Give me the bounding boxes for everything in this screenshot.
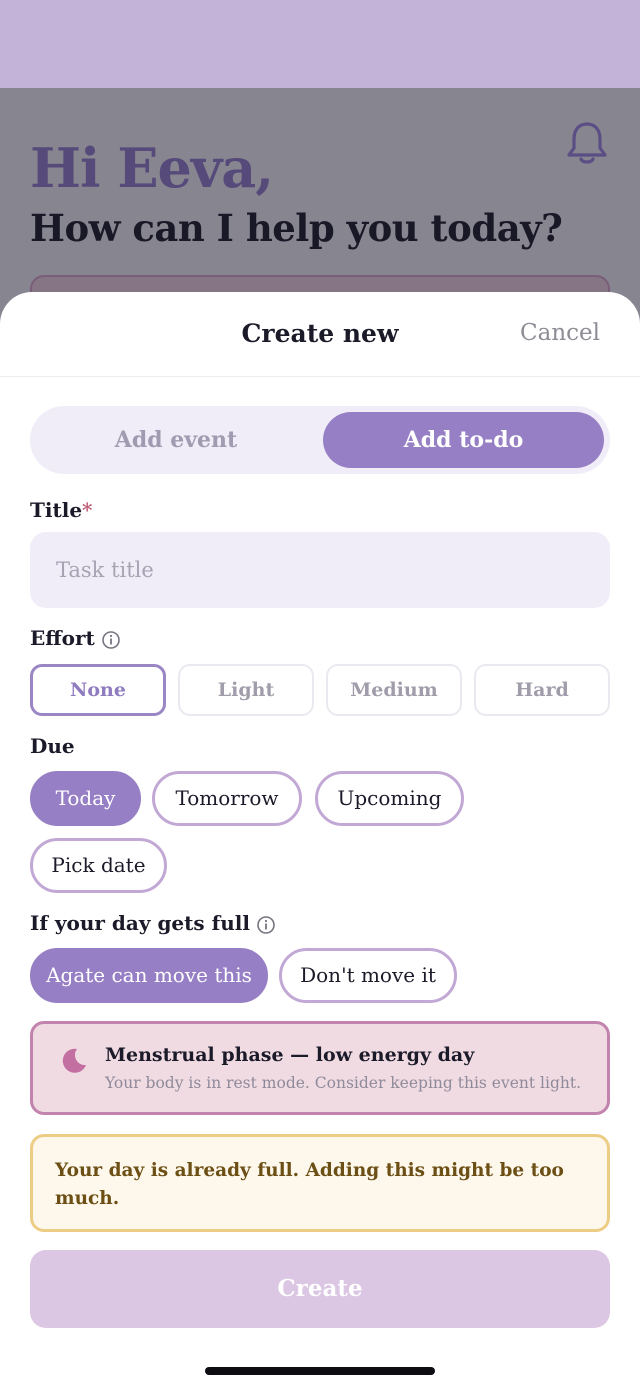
info-icon[interactable] <box>256 915 276 935</box>
cancel-button[interactable]: Cancel <box>520 320 600 346</box>
status-bar-area <box>0 0 640 88</box>
agate-can-move-button[interactable]: Agate can move this <box>30 948 268 1003</box>
due-pick-date-button[interactable]: Pick date <box>30 838 167 893</box>
effort-light-button[interactable]: Light <box>178 664 314 716</box>
tab-add-event[interactable]: Add event <box>36 412 316 468</box>
day-full-label-text: If your day gets full <box>30 911 250 935</box>
home-indicator[interactable] <box>205 1367 435 1375</box>
bell-icon[interactable] <box>562 118 612 168</box>
create-button[interactable]: Create <box>30 1250 610 1328</box>
phase-notice-title: Menstrual phase — low energy day <box>105 1044 475 1066</box>
due-label: Due <box>30 734 75 758</box>
phase-notice: Menstrual phase — low energy day Your bo… <box>30 1021 610 1115</box>
required-mark: * <box>82 498 93 522</box>
moon-icon <box>62 1048 86 1073</box>
phase-notice-text: Your body is in rest mode. Consider keep… <box>105 1074 582 1092</box>
create-sheet: Create new Cancel Add event Add to-do Ti… <box>0 292 640 1387</box>
due-tomorrow-button[interactable]: Tomorrow <box>152 771 302 826</box>
effort-label: Effort <box>30 626 121 650</box>
due-upcoming-button[interactable]: Upcoming <box>315 771 464 826</box>
title-label-text: Title <box>30 498 83 522</box>
greeting-title: Hi Eeva, <box>30 136 274 200</box>
sheet-header: Create new Cancel <box>0 292 640 377</box>
task-title-input[interactable] <box>30 532 610 608</box>
greeting-subtitle: How can I help you today? <box>30 206 563 250</box>
info-icon[interactable] <box>101 630 121 650</box>
dont-move-button[interactable]: Don't move it <box>279 948 457 1003</box>
effort-label-text: Effort <box>30 626 95 650</box>
tab-add-todo[interactable]: Add to-do <box>323 412 604 468</box>
effort-none-button[interactable]: None <box>30 664 166 716</box>
effort-medium-button[interactable]: Medium <box>326 664 462 716</box>
day-full-warning: Your day is already full. Adding this mi… <box>30 1134 610 1232</box>
title-label: Title* <box>30 498 93 522</box>
effort-hard-button[interactable]: Hard <box>474 664 610 716</box>
due-today-button[interactable]: Today <box>30 771 141 826</box>
day-full-label: If your day gets full <box>30 911 276 935</box>
type-segmented-control: Add event Add to-do <box>30 406 610 474</box>
